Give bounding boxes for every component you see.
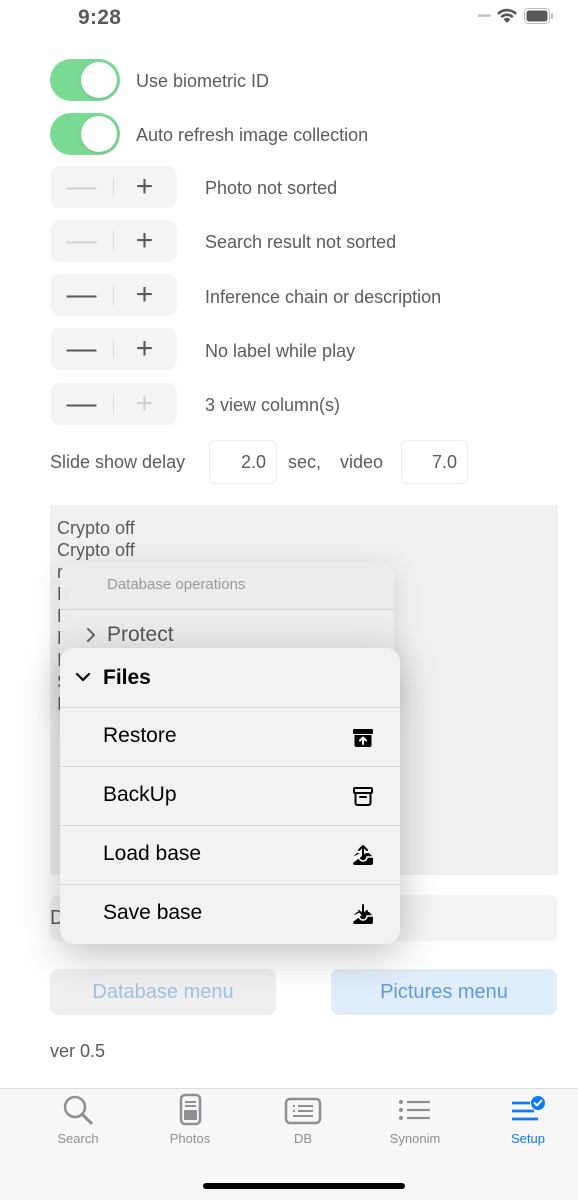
chevron-right-icon <box>87 628 95 642</box>
archive-box-icon <box>353 787 373 806</box>
protect-label: Protect <box>107 623 174 646</box>
tab-photos-label: Photos <box>169 1131 211 1146</box>
tray-upload-icon <box>353 845 373 865</box>
save-base-label: Save base <box>103 901 203 924</box>
backup-menu-item[interactable]: BackUp <box>60 766 400 825</box>
home-indicator[interactable] <box>203 1183 405 1189</box>
tab-db-label: DB <box>293 1131 313 1146</box>
menu-header: Database operations <box>107 576 246 593</box>
chevron-down-icon <box>75 672 91 682</box>
tab-synonim[interactable]: Synonim <box>365 1093 465 1146</box>
tab-search-label: Search <box>57 1131 99 1146</box>
list-bullet-icon <box>399 1100 430 1120</box>
tab-synonim-label: Synonim <box>389 1131 441 1146</box>
setup-check-icon <box>512 1096 545 1121</box>
save-base-menu-item[interactable]: Save base <box>60 884 400 943</box>
backup-label: BackUp <box>103 783 177 806</box>
files-header-item[interactable]: Files <box>60 648 400 707</box>
files-submenu: Files Restore BackUp Load base Save base <box>60 648 400 944</box>
tab-search[interactable]: Search <box>28 1093 128 1146</box>
tab-setup-label: Setup <box>511 1131 545 1146</box>
load-base-menu-item[interactable]: Load base <box>60 825 400 884</box>
files-header-label: Files <box>103 666 151 689</box>
db-list-icon <box>284 1097 322 1125</box>
magnifier-icon <box>63 1095 93 1125</box>
tab-setup[interactable]: Setup <box>478 1093 578 1146</box>
restore-menu-item[interactable]: Restore <box>60 707 400 766</box>
archive-restore-icon <box>353 729 373 747</box>
tab-photos[interactable]: Photos <box>140 1093 240 1146</box>
photo-doc-icon <box>179 1093 202 1126</box>
tray-download-icon <box>353 904 373 924</box>
restore-label: Restore <box>103 724 177 747</box>
load-base-label: Load base <box>103 842 202 865</box>
tab-db[interactable]: DB <box>253 1093 353 1146</box>
